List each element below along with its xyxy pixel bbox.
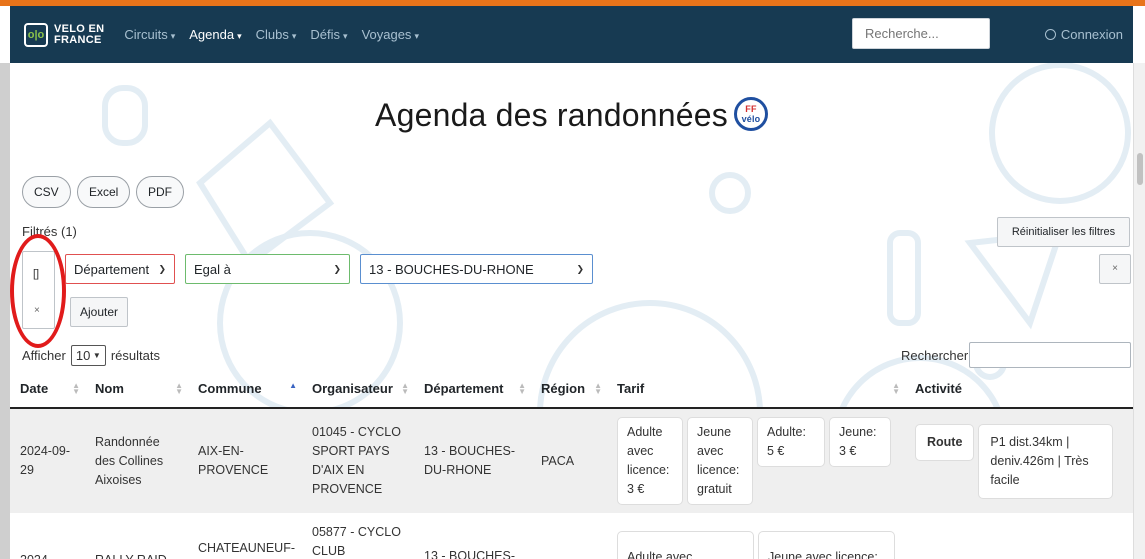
add-filter-button[interactable]: Ajouter <box>70 297 129 327</box>
sort-icon: ▲ ▼ <box>401 381 409 396</box>
tarif-card: Adulte: 5 € <box>757 417 825 467</box>
brand-line-2: FRANCE <box>54 33 102 46</box>
chevron-down-icon: ▾ <box>237 31 242 41</box>
ffvelo-logo-icon: FF vélo <box>733 97 768 131</box>
column-header-region[interactable]: Région ▲ ▼ <box>531 370 607 409</box>
page-length-control: Afficher 10 ▼ résultats <box>22 345 160 366</box>
cell-date: 2024-09-29 <box>10 408 85 513</box>
randonnees-table: Date ▲ ▼ Nom ▲ ▼ Commune ▲ Organisateur ▲ ▼ Dép… <box>10 370 1133 559</box>
cell-organisateur: 05877 - CYCLO CLUB <box>302 513 414 559</box>
chevron-down-icon: ▾ <box>343 31 348 41</box>
column-header-activite[interactable]: Activité <box>905 370 1133 409</box>
chevron-down-icon: ▾ <box>170 31 176 41</box>
column-header-departement[interactable]: Département ▲ ▼ <box>414 370 531 409</box>
brand-logo-link[interactable]: o|o VELO EN FRANCE <box>24 22 105 47</box>
page-length-select[interactable]: 10 ▼ <box>70 345 106 366</box>
cell-commune: AIX-EN-PROVENCE <box>188 408 302 513</box>
cell-nom: RALLY RAID <box>85 513 188 559</box>
tarif-card: Adulte avec licence: 3 € <box>617 417 683 505</box>
cell-departement: 13 - BOUCHES- <box>414 513 531 559</box>
cell-commune: CHATEAUNEUF- <box>188 513 302 559</box>
chevron-down-icon: ▾ <box>291 31 297 41</box>
nav-item-circuits[interactable]: Circuits ▾ <box>124 27 175 42</box>
reset-filters-button[interactable]: Réinitialiser les filtres <box>997 217 1130 247</box>
user-circle-icon <box>1044 29 1056 40</box>
cell-departement: 13 - BOUCHES-DU-RHONE <box>414 408 531 513</box>
tarif-card: Adulte avec <box>617 531 754 559</box>
chevron-down-icon: ❯ <box>333 263 341 274</box>
chevron-down-icon: ▼ <box>92 351 101 360</box>
cell-organisateur: 01045 - CYCLO SPORT PAYS D'AIX EN PROVEN… <box>302 408 414 513</box>
nav-menu: Circuits ▾ Agenda ▾ Clubs ▾ Défis ▾ Voyages ▾ <box>124 27 419 42</box>
chevron-down-icon: ❯ <box>158 263 166 274</box>
export-pdf-button[interactable]: PDF <box>136 176 184 208</box>
column-header-organisateur[interactable]: Organisateur ▲ ▼ <box>302 370 414 409</box>
chevron-down-icon: ❯ <box>576 263 584 274</box>
cell-tarif: Adulte avec Jeune avec licence: <box>607 513 905 559</box>
tarif-card: Jeune: 3 € <box>829 417 891 467</box>
sort-icon: ▲ ▼ <box>175 381 183 396</box>
sort-icon: ▲ ▼ <box>892 381 900 396</box>
cell-nom: Randonnée des Collines Aixoises <box>85 408 188 513</box>
filter-field-select[interactable]: Département ❯ <box>65 254 175 284</box>
column-header-tarif[interactable]: Tarif ▲ ▼ <box>607 370 905 409</box>
column-header-nom[interactable]: Nom ▲ ▼ <box>85 370 188 409</box>
export-csv-button[interactable]: CSV <box>22 176 71 208</box>
table-header-row: Date ▲ ▼ Nom ▲ ▼ Commune ▲ Organisateur ▲ ▼ Dép… <box>10 370 1133 409</box>
main-content: Agenda des randonnées FF vélo CSV Excel PD… <box>10 63 1133 559</box>
navbar: o|o VELO EN FRANCE Circuits ▾ Agenda ▾ Clu… <box>10 6 1133 63</box>
table-row[interactable]: 2024- RALLY RAID CHATEAUNEUF- 05877 - CY… <box>10 513 1133 559</box>
login-link[interactable]: Connexion <box>1044 27 1123 42</box>
sort-ascending-icon: ▲ <box>289 381 297 390</box>
sort-icon: ▲ ▼ <box>594 381 602 396</box>
bike-logo-icon: o|o <box>24 22 48 47</box>
cell-activite: Route P1 dist.34km | deniv.426m | Très f… <box>905 408 1133 513</box>
cell-region: PACA <box>531 408 607 513</box>
nav-item-voyages[interactable]: Voyages ▾ <box>362 27 419 42</box>
sort-icon: ▲ ▼ <box>72 381 80 396</box>
column-header-commune[interactable]: Commune ▲ <box>188 370 302 409</box>
left-gutter <box>0 63 10 559</box>
tarif-card: Jeune avec licence: <box>758 531 895 559</box>
nav-search-input[interactable] <box>852 18 990 49</box>
scrollbar-thumb[interactable] <box>1137 153 1143 185</box>
nav-item-clubs[interactable]: Clubs ▾ <box>256 27 297 42</box>
cell-activite <box>905 513 1133 559</box>
clear-filter-button[interactable]: × <box>1099 254 1131 284</box>
page-title: Agenda des randonnées FF vélo <box>10 97 1133 134</box>
activite-detail-card: P1 dist.34km | deniv.426m | Très facile <box>978 423 1114 499</box>
nav-item-agenda[interactable]: Agenda ▾ <box>189 27 241 42</box>
export-excel-button[interactable]: Excel <box>77 176 131 208</box>
nav-item-defis[interactable]: Défis ▾ <box>310 27 347 42</box>
brand-line-1: VELO EN <box>54 22 105 35</box>
tarif-card: Jeune avec licence: gratuit <box>687 417 753 505</box>
vertical-scrollbar[interactable] <box>1133 63 1145 559</box>
table-search-input[interactable] <box>969 342 1132 368</box>
red-annotation-circle <box>10 234 66 348</box>
cell-tarif: Adulte avec licence: 3 € Jeune avec licen… <box>607 408 905 513</box>
cell-region <box>531 513 607 559</box>
column-header-date[interactable]: Date ▲ ▼ <box>10 370 85 409</box>
table-search: Rechercher <box>901 342 1132 368</box>
activite-type-card: Route <box>915 423 975 461</box>
brand-name: VELO EN FRANCE <box>54 22 105 46</box>
filter-operator-select[interactable]: Egal à ❯ <box>185 254 350 284</box>
sort-icon: ▲ ▼ <box>518 381 526 396</box>
filter-value-select[interactable]: 13 - BOUCHES-DU-RHONE ❯ <box>360 254 593 284</box>
cell-date: 2024- <box>10 513 85 559</box>
chevron-down-icon: ▾ <box>414 31 419 41</box>
table-row[interactable]: 2024-09-29 Randonnée des Collines Aixois… <box>10 408 1133 513</box>
